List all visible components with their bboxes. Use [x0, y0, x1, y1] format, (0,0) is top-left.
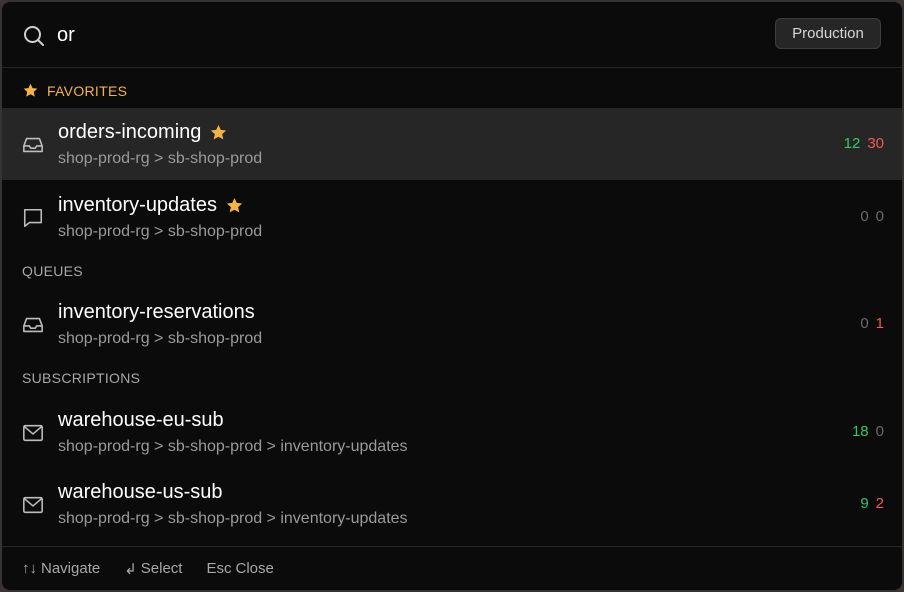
star-icon	[23, 83, 38, 97]
item-path: shop-prod-rg > sb-shop-prod	[58, 223, 263, 240]
search-icon	[24, 26, 44, 46]
deadletter-count: 1	[875, 315, 884, 332]
message-counts: 12 30	[844, 135, 884, 152]
item-title-row: orders-incoming	[58, 121, 228, 144]
arrows-updown-icon: ↑↓	[22, 560, 37, 577]
hint-navigate: ↑↓ Navigate	[22, 560, 100, 577]
search-input[interactable]	[57, 20, 657, 50]
favorite-star-icon[interactable]	[225, 196, 244, 215]
item-title: warehouse-us-sub	[58, 481, 223, 503]
list-item[interactable]: inventory-updates shop-prod-rg > sb-shop…	[2, 181, 902, 253]
deadletter-count: 0	[875, 423, 884, 440]
item-title-row: warehouse-us-sub	[58, 481, 223, 504]
inbox-icon	[23, 317, 43, 333]
item-path: shop-prod-rg > sb-shop-prod > inventory-…	[58, 438, 408, 455]
environment-badge[interactable]: Production	[775, 18, 881, 49]
active-count: 0	[860, 208, 869, 225]
hint-close: Esc Close	[206, 560, 273, 577]
item-title-row: inventory-updates	[58, 194, 244, 217]
deadletter-count: 2	[875, 495, 884, 512]
enter-key-icon: ↲	[124, 560, 137, 578]
item-path: shop-prod-rg > sb-shop-prod > inventory-…	[58, 510, 408, 527]
item-title: inventory-reservations	[58, 301, 255, 323]
active-count: 18	[851, 423, 869, 440]
section-header-queues: QUEUES	[22, 263, 83, 279]
hint-label: Navigate	[41, 560, 101, 577]
message-counts: 18 0	[852, 423, 884, 440]
section-header-subscriptions: SUBSCRIPTIONS	[22, 370, 140, 386]
active-count: 12	[843, 135, 861, 152]
item-title-row: warehouse-eu-sub	[58, 409, 224, 432]
keyboard-hints-footer: ↑↓ Navigate ↲ Select Esc Close	[2, 546, 902, 590]
hint-select: ↲ Select	[124, 560, 182, 578]
list-item[interactable]: orders-incoming shop-prod-rg > sb-shop-p…	[2, 108, 902, 180]
favorite-star-icon[interactable]	[209, 123, 228, 142]
search-bar: Production	[2, 2, 902, 68]
message-counts: 0 1	[860, 315, 884, 332]
item-title: warehouse-eu-sub	[58, 409, 224, 431]
list-item[interactable]: inventory-reservations shop-prod-rg > sb…	[2, 288, 902, 360]
deadletter-count: 0	[875, 208, 884, 225]
list-item[interactable]: warehouse-us-sub shop-prod-rg > sb-shop-…	[2, 468, 902, 540]
section-label: FAVORITES	[47, 82, 128, 99]
item-path: shop-prod-rg > sb-shop-prod	[58, 330, 263, 347]
message-counts: 9 2	[860, 495, 884, 512]
section-header-favorites: FAVORITES	[22, 82, 127, 99]
section-label: SUBSCRIPTIONS	[22, 370, 141, 386]
command-palette: Production FAVORITES orders-incoming sho…	[1, 1, 903, 591]
item-path: shop-prod-rg > sb-shop-prod	[58, 150, 263, 167]
mail-icon	[23, 496, 43, 514]
message-counts: 0 0	[860, 208, 884, 225]
inbox-icon	[23, 137, 43, 153]
list-item[interactable]: warehouse-eu-sub shop-prod-rg > sb-shop-…	[2, 396, 902, 468]
item-title: inventory-updates	[58, 194, 217, 216]
mail-icon	[23, 424, 43, 442]
section-label: QUEUES	[22, 263, 83, 279]
item-title-row: inventory-reservations	[58, 301, 255, 324]
item-title: orders-incoming	[58, 121, 202, 143]
active-count: 9	[860, 495, 869, 512]
active-count: 0	[860, 315, 869, 332]
hint-label: Select	[140, 560, 183, 577]
hint-label: Close	[235, 560, 274, 577]
deadletter-count: 30	[867, 135, 884, 152]
esc-key: Esc	[206, 560, 232, 577]
message-icon	[23, 208, 43, 228]
